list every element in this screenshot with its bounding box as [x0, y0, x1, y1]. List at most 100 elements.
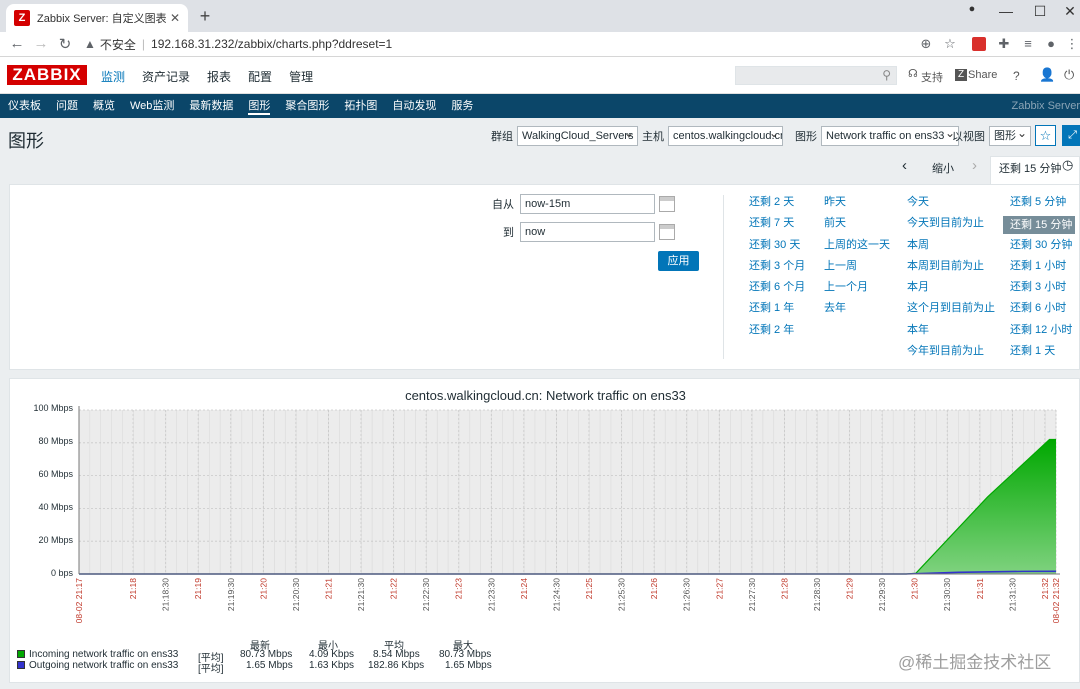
- quick-range-link[interactable]: 本年: [907, 323, 995, 344]
- reading-list-icon[interactable]: ≡: [1020, 36, 1036, 51]
- submenu-latest-data[interactable]: 最新数据: [189, 94, 233, 118]
- quick-range-link-selected[interactable]: 还剩 15 分钟: [1003, 216, 1075, 235]
- host-select[interactable]: centos.walkingcloud.cn: [668, 126, 783, 146]
- quick-range-link[interactable]: 还剩 30 分钟: [1010, 238, 1075, 259]
- profile-dropdown-icon[interactable]: ●: [962, 3, 982, 15]
- add-favourite-star-icon[interactable]: ☆: [1035, 125, 1056, 146]
- back-icon[interactable]: ←: [8, 35, 26, 52]
- x-tick-label: 21:23:30: [486, 578, 496, 611]
- share-z-icon: Z: [955, 69, 967, 81]
- from-calendar-icon[interactable]: [659, 196, 675, 212]
- bookmark-star-icon[interactable]: ☆: [942, 36, 958, 52]
- reload-icon[interactable]: ↻: [56, 35, 74, 53]
- apply-button[interactable]: 应用: [658, 251, 699, 271]
- quick-range-link[interactable]: 上周的这一天: [824, 238, 890, 259]
- quick-range-link[interactable]: 上一周: [824, 259, 890, 280]
- legend-max: 80.73 Mbps: [439, 649, 492, 660]
- zoom-out-button[interactable]: 缩小: [932, 160, 954, 176]
- submenu-discovery[interactable]: 自动发现: [392, 94, 436, 118]
- menu-administration[interactable]: 管理: [289, 68, 313, 85]
- close-tab-icon[interactable]: ✕: [170, 11, 180, 25]
- watermark-text: @稀土掘金技术社区: [898, 653, 1052, 672]
- quick-range-link[interactable]: 还剩 1 小时: [1010, 259, 1075, 280]
- zabbix-favicon-icon: Z: [14, 10, 30, 26]
- menu-monitoring[interactable]: 监测: [101, 68, 125, 85]
- zoom-icon[interactable]: ⊕: [918, 36, 934, 52]
- browser-menu-icon[interactable]: ⋮: [1064, 36, 1080, 52]
- menu-inventory[interactable]: 资产记录: [142, 68, 190, 85]
- submenu-graphs[interactable]: 图形: [248, 94, 271, 118]
- fullscreen-icon[interactable]: ⤢: [1062, 125, 1080, 146]
- submenu-web[interactable]: Web监测: [130, 94, 174, 118]
- quick-range-link[interactable]: 今年到目前为止: [907, 344, 995, 365]
- submenu-screens[interactable]: 聚合图形: [285, 94, 329, 118]
- support-link[interactable]: 支持: [921, 69, 943, 85]
- search-input[interactable]: ⚲: [735, 66, 897, 85]
- time-tab-label[interactable]: 还剩 15 分钟: [999, 160, 1061, 176]
- logout-icon[interactable]: ⏻: [1064, 67, 1074, 83]
- to-calendar-icon[interactable]: [659, 224, 675, 240]
- profile-avatar-icon[interactable]: ●: [1043, 36, 1059, 51]
- graph-select[interactable]: Network traffic on ens33: [821, 126, 959, 146]
- forward-icon[interactable]: →: [32, 35, 50, 52]
- close-window-icon[interactable]: ✕: [1060, 3, 1080, 20]
- time-next-icon[interactable]: ›: [972, 157, 977, 174]
- new-tab-icon[interactable]: +: [195, 6, 215, 27]
- quick-range-link[interactable]: 上一个月: [824, 280, 890, 301]
- quick-range-link[interactable]: 前天: [824, 216, 890, 237]
- quick-range-link[interactable]: 还剩 6 个月: [749, 280, 805, 301]
- quick-range-link[interactable]: 还剩 12 小时: [1010, 323, 1075, 344]
- quick-range-link[interactable]: 今天到目前为止: [907, 216, 995, 237]
- extension-icon[interactable]: [972, 37, 986, 51]
- x-tick-label: 21:21: [323, 578, 333, 600]
- quick-range-link[interactable]: 本周: [907, 238, 995, 259]
- quick-range-link[interactable]: 今天: [907, 195, 995, 216]
- x-tick-label: 21:24:30: [551, 578, 561, 611]
- menu-configuration[interactable]: 配置: [248, 68, 272, 85]
- submenu-maps[interactable]: 拓扑图: [344, 94, 377, 118]
- quick-range-link[interactable]: 昨天: [824, 195, 890, 216]
- quick-range-link[interactable]: 还剩 2 年: [749, 323, 805, 344]
- quick-range-link[interactable]: 这个月到目前为止: [907, 301, 995, 322]
- quick-range-link[interactable]: 还剩 1 天: [1010, 344, 1075, 365]
- maximize-icon[interactable]: ☐: [1030, 3, 1050, 20]
- quick-range-link[interactable]: 还剩 1 年: [749, 301, 805, 322]
- share-link[interactable]: Share: [968, 69, 997, 81]
- url-field[interactable]: ▲ 不安全 | 192.168.31.232/zabbix/charts.php…: [84, 34, 964, 54]
- submenu-overview[interactable]: 概览: [93, 94, 115, 118]
- menu-reports[interactable]: 报表: [207, 68, 231, 85]
- time-prev-icon[interactable]: ‹: [902, 157, 907, 174]
- submenu-services[interactable]: 服务: [451, 94, 473, 118]
- group-select[interactable]: WalkingCloud_Servers: [517, 126, 638, 146]
- quick-range-link[interactable]: 去年: [824, 301, 890, 322]
- url-text: 192.168.31.232/zabbix/charts.php?ddreset…: [151, 37, 393, 51]
- traffic-chart[interactable]: 08-02 21:17 21:18 21:18:30 21:19 21:19:30 21:…: [10, 379, 1080, 684]
- quick-range-link[interactable]: 本周到目前为止: [907, 259, 995, 280]
- quick-range-link[interactable]: 还剩 6 小时: [1010, 301, 1075, 322]
- browser-tab[interactable]: Z Zabbix Server: 自定义图表 [每 ✕: [6, 4, 188, 32]
- quick-range-link[interactable]: 还剩 30 天: [749, 238, 805, 259]
- quick-range-link[interactable]: 还剩 7 天: [749, 216, 805, 237]
- quick-range-column-1: 还剩 2 天 还剩 7 天 还剩 30 天 还剩 3 个月 还剩 6 个月 还剩…: [749, 195, 805, 344]
- quick-range-link[interactable]: 还剩 2 天: [749, 195, 805, 216]
- submenu-problems[interactable]: 问题: [56, 94, 78, 118]
- quick-range-link[interactable]: 还剩 3 个月: [749, 259, 805, 280]
- quick-range-column-2: 昨天 前天 上周的这一天 上一周 上一个月 去年: [824, 195, 890, 323]
- search-icon[interactable]: ⚲: [882, 68, 891, 82]
- zabbix-logo[interactable]: ZABBIX: [7, 65, 87, 85]
- clock-icon[interactable]: ◷: [1062, 157, 1073, 173]
- from-input[interactable]: now-15m: [520, 194, 655, 214]
- legend-swatch-outgoing: [17, 661, 25, 669]
- quick-range-column-3: 今天 今天到目前为止 本周 本周到目前为止 本月 这个月到目前为止 本年 今年到…: [907, 195, 995, 365]
- submenu-dashboard[interactable]: 仪表板: [8, 94, 41, 118]
- quick-range-link[interactable]: 还剩 5 分钟: [1010, 195, 1075, 216]
- minimize-icon[interactable]: —: [996, 3, 1016, 19]
- quick-range-link[interactable]: 还剩 3 小时: [1010, 280, 1075, 301]
- quick-range-link[interactable]: 本月: [907, 280, 995, 301]
- puzzle-icon[interactable]: ✚: [996, 36, 1012, 52]
- legend-last: 80.73 Mbps: [240, 649, 293, 660]
- to-input[interactable]: now: [520, 222, 655, 242]
- view-select[interactable]: 图形: [989, 126, 1031, 146]
- help-icon[interactable]: ?: [1013, 69, 1020, 83]
- user-profile-icon[interactable]: 👤: [1039, 67, 1055, 83]
